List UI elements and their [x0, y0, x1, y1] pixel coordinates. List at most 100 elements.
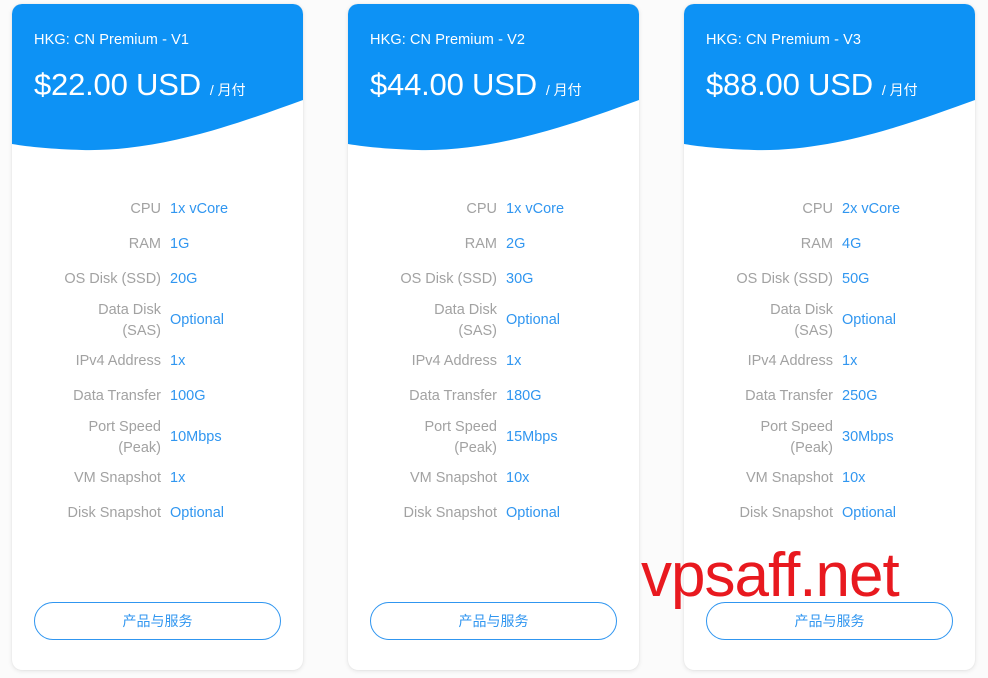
products-and-services-button[interactable]: 产品与服务 — [706, 602, 953, 640]
feature-label-line2: (Peak) — [454, 439, 497, 456]
feature-value: 1x vCore — [506, 201, 565, 217]
pricing-card[interactable]: HKG: CN Premium - V3 $88.00 USD / 月付 CPU… — [684, 4, 975, 670]
feature-row-disk-snapshot: Disk Snapshot Optional — [370, 496, 617, 531]
feature-value: 180G — [506, 388, 542, 404]
feature-label: Data Transfer — [409, 388, 497, 404]
feature-value: 2x vCore — [842, 201, 901, 217]
feature-row-disk-snapshot: Disk Snapshot Optional — [706, 496, 953, 531]
feature-value: 2G — [506, 236, 526, 252]
price-amount: $44.00 USD — [370, 67, 537, 102]
feature-value: Optional — [842, 312, 897, 328]
feature-label: Data Transfer — [745, 388, 833, 404]
feature-row-ipv4: IPv4 Address 1x — [370, 344, 617, 379]
feature-row-port-speed: Port Speed (Peak) 10Mbps — [34, 414, 281, 461]
feature-value: 10x — [842, 470, 866, 486]
feature-label: VM Snapshot — [409, 470, 497, 486]
feature-value: 1x — [170, 470, 186, 486]
feature-label: VM Snapshot — [73, 470, 161, 486]
feature-row-os-disk: OS Disk (SSD) 50G — [706, 262, 953, 297]
feature-row-ram: RAM 1G — [34, 227, 281, 262]
feature-value: 30Mbps — [842, 429, 894, 445]
feature-row-data-transfer: Data Transfer 100G — [34, 379, 281, 414]
price-amount: $88.00 USD — [706, 67, 873, 102]
feature-row-data-disk: Data Disk (SAS) Optional — [34, 297, 281, 344]
card-header: HKG: CN Premium - V2 $44.00 USD / 月付 — [348, 4, 639, 164]
feature-label: RAM — [464, 236, 497, 252]
feature-label: IPv4 Address — [411, 353, 497, 369]
pricing-page: HKG: CN Premium - V1 $22.00 USD / 月付 CPU… — [0, 0, 988, 678]
feature-label-line2: (SAS) — [458, 322, 497, 339]
price-line: $44.00 USD / 月付 — [370, 68, 617, 102]
feature-value: 100G — [170, 388, 206, 404]
feature-label: RAM — [128, 236, 161, 252]
products-and-services-button[interactable]: 产品与服务 — [34, 602, 281, 640]
feature-value: 250G — [842, 388, 878, 404]
feature-label-line1: Port Speed — [760, 418, 833, 435]
feature-label-line1: Data Disk — [98, 301, 161, 318]
feature-value: Optional — [170, 312, 225, 328]
feature-row-vm-snapshot: VM Snapshot 10x — [370, 461, 617, 496]
feature-value: 1x — [506, 353, 522, 369]
feature-value: 1x — [842, 353, 858, 369]
feature-value: 15Mbps — [506, 429, 558, 445]
feature-label: OS Disk (SSD) — [64, 271, 161, 287]
products-and-services-button[interactable]: 产品与服务 — [370, 602, 617, 640]
feature-label: OS Disk (SSD) — [400, 271, 497, 287]
feature-row-vm-snapshot: VM Snapshot 1x — [34, 461, 281, 496]
feature-label: Disk Snapshot — [67, 505, 162, 521]
feature-label: VM Snapshot — [745, 470, 833, 486]
feature-label: Port Speed (Peak) — [34, 417, 170, 459]
feature-label: Port Speed (Peak) — [706, 417, 842, 459]
feature-list: CPU 2x vCore RAM 4G OS Disk (SSD) 50G Da… — [684, 164, 975, 602]
feature-label-line1: Port Speed — [424, 418, 497, 435]
feature-row-cpu: CPU 1x vCore — [34, 192, 281, 227]
feature-value: Optional — [506, 312, 561, 328]
feature-value: 10Mbps — [170, 429, 222, 445]
feature-value: 4G — [842, 236, 862, 252]
feature-row-disk-snapshot: Disk Snapshot Optional — [34, 496, 281, 531]
feature-label-line2: (SAS) — [794, 322, 833, 339]
feature-row-port-speed: Port Speed (Peak) 30Mbps — [706, 414, 953, 461]
feature-label: CPU — [802, 201, 833, 217]
feature-label-line2: (SAS) — [122, 322, 161, 339]
feature-label: CPU — [466, 201, 497, 217]
card-footer: 产品与服务 — [684, 602, 975, 670]
pricing-card[interactable]: HKG: CN Premium - V1 $22.00 USD / 月付 CPU… — [12, 4, 303, 670]
plan-title: HKG: CN Premium - V1 — [34, 32, 190, 48]
feature-row-data-transfer: Data Transfer 250G — [706, 379, 953, 414]
feature-label: Data Disk (SAS) — [370, 300, 506, 342]
feature-row-cpu: CPU 2x vCore — [706, 192, 953, 227]
feature-label: Data Transfer — [73, 388, 161, 404]
feature-label-line1: Data Disk — [770, 301, 833, 318]
card-header-text: HKG: CN Premium - V1 $22.00 USD / 月付 — [12, 4, 303, 102]
feature-label: CPU — [130, 201, 161, 217]
feature-value: 1G — [170, 236, 190, 252]
price-period: / 月付 — [209, 82, 246, 98]
feature-row-ram: RAM 2G — [370, 227, 617, 262]
card-header: HKG: CN Premium - V3 $88.00 USD / 月付 — [684, 4, 975, 164]
card-header-text: HKG: CN Premium - V2 $44.00 USD / 月付 — [348, 4, 639, 102]
card-header-text: HKG: CN Premium - V3 $88.00 USD / 月付 — [684, 4, 975, 102]
pricing-cards-row: HKG: CN Premium - V1 $22.00 USD / 月付 CPU… — [12, 4, 976, 674]
feature-value: 10x — [506, 470, 530, 486]
feature-value: 50G — [842, 271, 870, 287]
feature-value: 1x vCore — [170, 201, 229, 217]
feature-row-ram: RAM 4G — [706, 227, 953, 262]
feature-row-data-transfer: Data Transfer 180G — [370, 379, 617, 414]
feature-label: Data Disk (SAS) — [34, 300, 170, 342]
card-footer: 产品与服务 — [348, 602, 639, 670]
feature-row-ipv4: IPv4 Address 1x — [706, 344, 953, 379]
price-line: $22.00 USD / 月付 — [34, 68, 281, 102]
feature-row-port-speed: Port Speed (Peak) 15Mbps — [370, 414, 617, 461]
pricing-card[interactable]: HKG: CN Premium - V2 $44.00 USD / 月付 CPU… — [348, 4, 639, 670]
plan-title: HKG: CN Premium - V2 — [370, 32, 526, 48]
feature-row-ipv4: IPv4 Address 1x — [34, 344, 281, 379]
card-footer: 产品与服务 — [12, 602, 303, 670]
feature-label: Disk Snapshot — [739, 505, 834, 521]
feature-label: IPv4 Address — [75, 353, 161, 369]
feature-label: Port Speed (Peak) — [370, 417, 506, 459]
feature-row-vm-snapshot: VM Snapshot 10x — [706, 461, 953, 496]
feature-row-data-disk: Data Disk (SAS) Optional — [706, 297, 953, 344]
feature-row-data-disk: Data Disk (SAS) Optional — [370, 297, 617, 344]
price-amount: $22.00 USD — [34, 67, 201, 102]
